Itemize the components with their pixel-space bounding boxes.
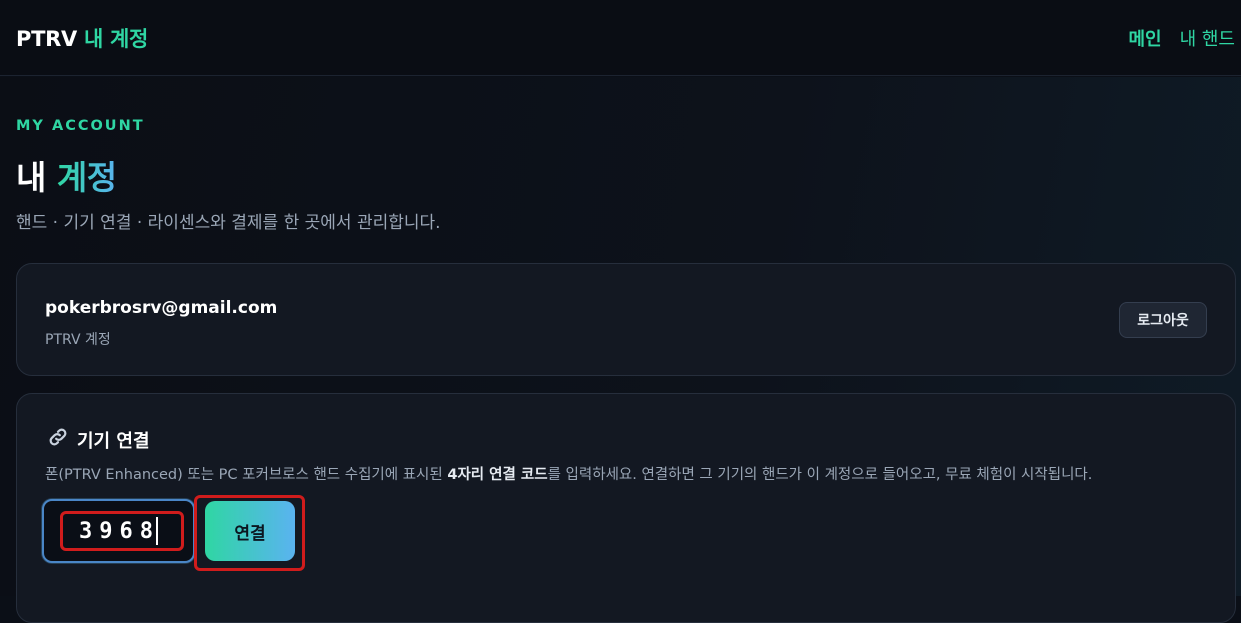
device-link-card: 기기 연결 폰(PTRV Enhanced) 또는 PC 포커브로스 핸드 수집… [16,393,1236,623]
page-title-part2: 계정 [56,158,117,197]
section-eyebrow: MY ACCOUNT [16,118,145,134]
connection-code-field[interactable]: 3968 [42,499,195,563]
page-subtitle: 핸드 · 기기 연결 · 라이센스와 결제를 한 곳에서 관리합니다. [16,213,441,233]
device-link-heading: 기기 연결 [47,426,150,453]
brand-logo[interactable]: PTRV 내 계정 [16,23,148,53]
connect-button[interactable]: 연결 [205,501,295,561]
main-nav: 메인 내 핸드 [1128,25,1235,51]
brand-suffix: 내 계정 [83,26,149,51]
account-email: pokerbrosrv@gmail.com [45,298,278,318]
page-content: MY ACCOUNT 내 계정 핸드 · 기기 연결 · 라이센스와 결제를 한… [0,77,1241,623]
account-card: pokerbrosrv@gmail.com PTRV 계정 로그아웃 [16,263,1236,376]
page-title-part1: 내 [16,158,46,197]
desc-text-bold: 4자리 연결 코드 [447,467,548,483]
connection-code-input[interactable]: 3968 [60,511,184,551]
nav-link-my-hands[interactable]: 내 핸드 [1180,25,1235,51]
nav-link-main[interactable]: 메인 [1128,25,1161,51]
account-type-label: PTRV 계정 [45,332,111,348]
device-link-description: 폰(PTRV Enhanced) 또는 PC 포커브로스 핸드 수집기에 표시된… [45,463,1092,484]
logout-button[interactable]: 로그아웃 [1119,302,1207,338]
top-navbar: PTRV 내 계정 메인 내 핸드 [0,0,1241,76]
device-link-title: 기기 연결 [77,430,150,452]
desc-text-before: 폰(PTRV Enhanced) 또는 PC 포커브로스 핸드 수집기에 표시된 [45,467,448,483]
connection-code-value: 3968 [79,518,160,544]
page-title: 내 계정 [16,151,117,199]
desc-text-after: 를 입력하세요. 연결하면 그 기기의 핸드가 이 계정으로 들어오고, 무료 … [547,467,1093,483]
link-icon [47,426,69,453]
brand-prefix: PTRV [16,26,77,51]
text-caret [155,517,158,545]
